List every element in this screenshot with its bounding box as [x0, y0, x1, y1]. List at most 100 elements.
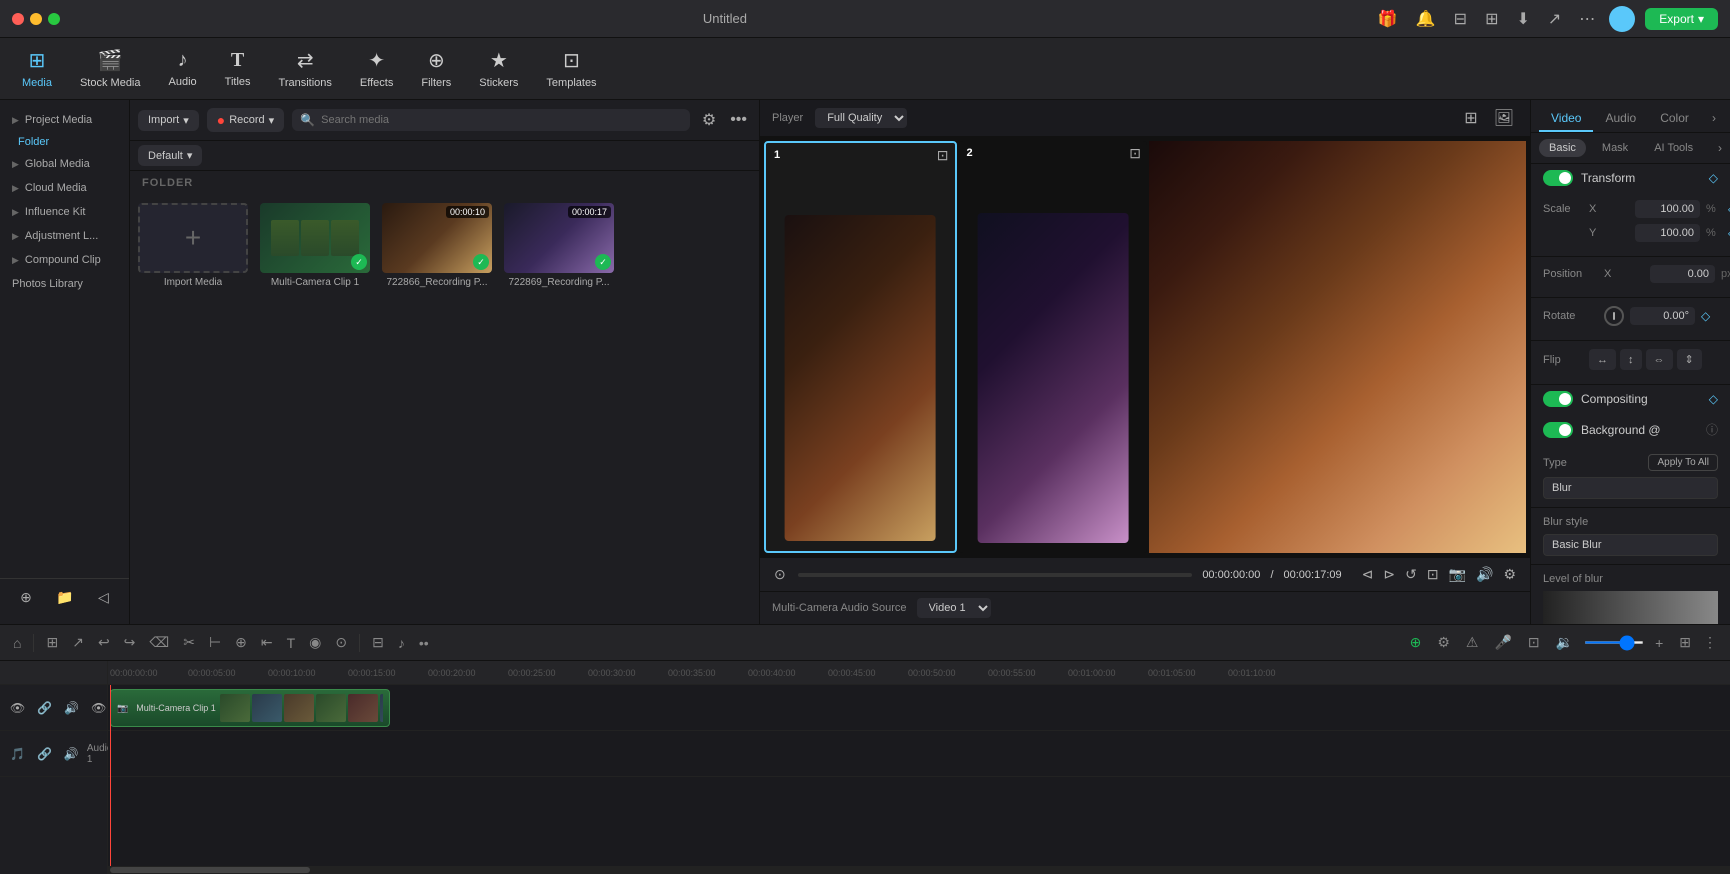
camera-view-1[interactable]: 1 ⊡ [764, 141, 957, 553]
background-toggle[interactable] [1543, 422, 1573, 438]
tl-snap-btn[interactable]: ⊟ [367, 631, 389, 654]
track-visibility-icon[interactable]: 👁 [87, 699, 110, 717]
tl-redo-btn[interactable]: ↪ [119, 631, 141, 654]
close-button[interactable] [12, 13, 24, 25]
tab-audio[interactable]: Audio [1593, 106, 1648, 132]
audio-track-icon-3[interactable]: 🔊 [60, 745, 83, 763]
tl-record-btn[interactable]: ⊕ [1405, 631, 1427, 654]
sidebar-add-icon[interactable]: ⊕ [16, 587, 36, 608]
toolbar-titles[interactable]: T Titles [213, 43, 263, 94]
notification-icon[interactable]: 🔔 [1412, 7, 1440, 31]
toolbar-stock[interactable]: 🎬 Stock Media [68, 42, 153, 95]
preview-icon-2[interactable]: 🖼 [1490, 106, 1518, 130]
sidebar-item-cloud-media[interactable]: ▶ Cloud Media [0, 176, 129, 200]
toolbar-audio[interactable]: ♪ Audio [157, 43, 209, 94]
tl-home-btn[interactable]: ⌂ [8, 632, 26, 654]
sidebar-collapse-icon[interactable]: ◁ [94, 587, 113, 608]
toolbar-media[interactable]: ⊞ Media [10, 42, 64, 95]
toolbar-filters[interactable]: ⊕ Filters [409, 42, 463, 95]
camera-view-2[interactable]: 2 ⊡ [959, 141, 1148, 553]
tl-list-view-btn[interactable]: ⊞ [1674, 631, 1696, 654]
sidebar-item-photos-library[interactable]: Photos Library [0, 272, 129, 296]
default-sort-button[interactable]: Default ▾ [138, 145, 202, 166]
sub-tab-mask[interactable]: Mask [1592, 139, 1638, 157]
speed-button[interactable]: ↺ [1403, 564, 1419, 585]
more-icon[interactable]: ⋯ [1575, 7, 1599, 31]
tl-ripple-btn[interactable]: ⇤ [256, 631, 278, 654]
minimize-button[interactable] [30, 13, 42, 25]
compositing-toggle[interactable] [1543, 391, 1573, 407]
tl-trim-btn[interactable]: ⊢ [204, 631, 226, 654]
sidebar-folder-icon[interactable]: 📁 [52, 587, 77, 608]
import-media-thumb[interactable]: + [138, 203, 248, 273]
gift-icon[interactable]: 🎁 [1374, 7, 1402, 31]
share-icon[interactable]: ↗ [1544, 7, 1565, 31]
flip-v2-btn[interactable]: ⇕ [1677, 349, 1702, 370]
track-eye-icon[interactable]: 👁 [6, 699, 29, 717]
progress-bar[interactable] [798, 573, 1193, 577]
audio-track-icon-1[interactable]: 🎵 [6, 745, 29, 763]
flip-h-btn[interactable]: ↔ [1589, 349, 1616, 370]
sub-tab-basic[interactable]: Basic [1539, 139, 1586, 157]
tl-settings-btn[interactable]: ⚙ [1432, 631, 1455, 654]
tl-grid-view-btn[interactable]: ⋮ [1698, 631, 1722, 654]
transform-toggle[interactable] [1543, 170, 1573, 186]
tl-zoom-btn[interactable]: ⊙ [330, 631, 352, 654]
filter-icon[interactable]: ⚙ [698, 108, 720, 132]
play-button[interactable]: ⊙ [772, 564, 788, 585]
sidebar-item-compound-clip[interactable]: ▶ Compound Clip [0, 248, 129, 272]
toolbar-stickers[interactable]: ★ Stickers [467, 42, 530, 95]
sub-tab-more-icon[interactable]: › [1718, 141, 1722, 155]
download-icon[interactable]: ⬇ [1512, 7, 1533, 31]
tl-undo-btn[interactable]: ↩ [93, 631, 115, 654]
flip-v-btn[interactable]: ↕ [1620, 349, 1642, 370]
toolbar-templates[interactable]: ⊡ Templates [534, 42, 608, 95]
tl-split-btn[interactable]: ✂ [178, 631, 200, 654]
rotate-keyframe[interactable]: ◇ [1701, 309, 1710, 323]
sidebar-item-adjustment[interactable]: ▶ Adjustment L... [0, 224, 129, 248]
audio-track-icon-2[interactable]: 🔗 [33, 745, 56, 763]
tl-extract-btn[interactable]: ⊕ [230, 631, 252, 654]
tl-alert-btn[interactable]: ⚠ [1461, 631, 1484, 654]
search-input[interactable] [321, 114, 682, 126]
scrollbar-thumb[interactable] [110, 867, 310, 873]
tl-delete-btn[interactable]: ⌫ [144, 631, 174, 654]
tl-voiceover-btn[interactable]: ⊡ [1523, 631, 1545, 654]
audio-source-select[interactable]: Video 1 [917, 598, 991, 618]
list-item[interactable]: + Import Media [138, 203, 248, 288]
fullscreen-button[interactable]: ⊡ [1425, 564, 1441, 585]
sub-tab-ai-tools[interactable]: AI Tools [1644, 139, 1703, 157]
timeline-scrollbar[interactable] [108, 866, 1730, 874]
more-options-icon[interactable]: ••• [726, 109, 751, 131]
tl-audio-btn[interactable]: ♪ [393, 632, 410, 654]
snapshot-button[interactable]: 📷 [1447, 564, 1468, 585]
fullscreen-button[interactable] [48, 13, 60, 25]
sidebar-item-global-media[interactable]: ▶ Global Media [0, 152, 129, 176]
flip-h2-btn[interactable]: ⇔ [1646, 349, 1673, 370]
next-frame-button[interactable]: ⊳ [1381, 564, 1397, 585]
export-button[interactable]: Export ▾ [1645, 8, 1718, 30]
sidebar-item-folder[interactable]: Folder [0, 132, 129, 152]
scale-x-input[interactable] [1635, 200, 1700, 218]
settings-button-ctrl[interactable]: ⚙ [1501, 564, 1518, 585]
video-clip[interactable]: 📷 Multi-Camera Clip 1 [110, 689, 390, 727]
rotate-input[interactable] [1630, 307, 1695, 325]
tab-color[interactable]: Color [1648, 106, 1701, 132]
list-item[interactable]: ✓ Multi-Camera Clip 1 [260, 203, 370, 288]
grid-icon[interactable]: ⊟ [1450, 7, 1471, 31]
transform-keyframe-btn[interactable]: ◇ [1709, 171, 1718, 185]
record-button[interactable]: ● Record ▾ [207, 108, 284, 132]
import-button[interactable]: Import ▾ [138, 110, 199, 131]
tl-more-btn[interactable]: •• [414, 632, 434, 654]
tl-add-btn[interactable]: + [1650, 632, 1668, 654]
sidebar-item-influence-kit[interactable]: ▶ Influence Kit [0, 200, 129, 224]
compositing-keyframe[interactable]: ◇ [1709, 392, 1718, 406]
preview-icon-1[interactable]: ⊞ [1460, 106, 1481, 130]
window-icon[interactable]: ⊞ [1481, 7, 1502, 31]
blur-type-select[interactable]: Blur [1543, 477, 1718, 499]
tl-marker-btn[interactable]: ◉ [304, 631, 326, 654]
list-item[interactable]: 00:00:10 ✓ 722866_Recording P... [382, 203, 492, 288]
more-tabs-icon[interactable]: › [1706, 106, 1722, 132]
rotate-dial[interactable] [1604, 306, 1624, 326]
track-audio-icon[interactable]: 🔊 [60, 699, 83, 717]
